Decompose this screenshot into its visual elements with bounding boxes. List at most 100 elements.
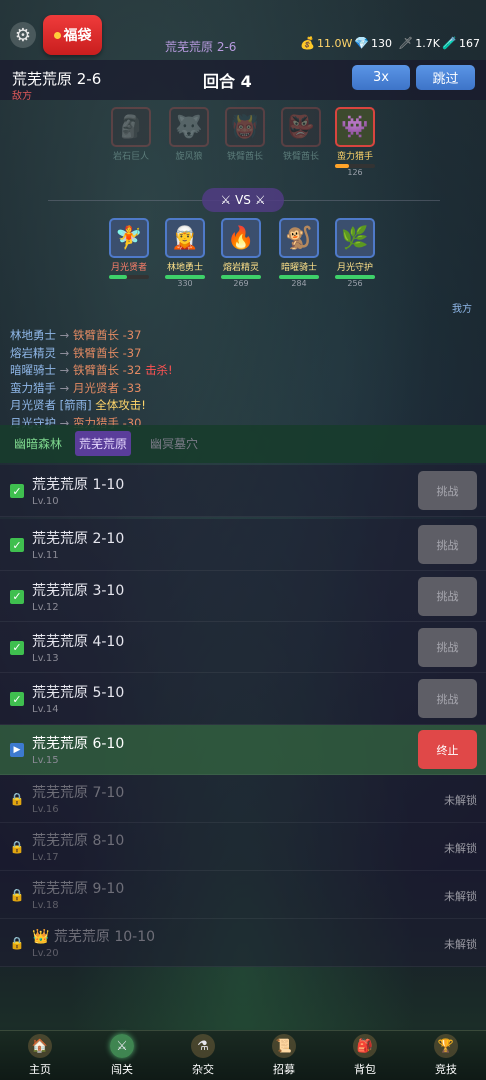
level-requirement: Lv.16 (32, 804, 59, 815)
enemy-hp-value: 126 (347, 168, 363, 177)
nav-label: 闯关 (111, 1063, 133, 1076)
ally-portrait: 🔥 (221, 218, 261, 258)
lock-icon: 🔒 (9, 792, 25, 806)
nav-home[interactable]: 🏠 主页 (10, 1034, 70, 1077)
bottom-nav (0, 1030, 486, 1080)
level-name: 荒芜荒原 8-10 (32, 833, 125, 849)
ally-portrait: 🌿 (335, 218, 375, 258)
enemy-name: 岩石巨人 (112, 152, 149, 162)
top-bar: ⚙ 福袋 荒芜荒原 2-6 💰 11.0W 💎 130 🗡 1.7K 🧪 167 (0, 0, 486, 60)
challenge-button[interactable]: 挑战 (418, 576, 477, 616)
level-requirement: Lv.10 (32, 496, 59, 507)
enemy-name: 铁臂酋长 (282, 152, 319, 162)
nav-label: 杂交 (192, 1063, 214, 1076)
stop-button[interactable]: 终止 (418, 730, 477, 769)
lucky-bag-icon (53, 31, 61, 39)
locked-label: 未解锁 (444, 794, 477, 807)
potion-icon: 🧪 (442, 36, 457, 50)
log-entry: 熔岩精灵 → 铁臂酋长 -37 (10, 345, 142, 360)
ally-name: 熔岩精灵 (222, 263, 259, 273)
area-tab-bar (0, 425, 486, 463)
ally-name: 林地勇士 (166, 263, 203, 273)
enemy-portrait: 👹 (225, 107, 265, 147)
level-name: 👑 荒芜荒原 10-10 (32, 929, 156, 945)
ally-name: 暗曜骑士 (280, 263, 317, 273)
enemy-unit: 🐺 旋风狼 (169, 107, 209, 162)
ally-hp-value: 256 (347, 279, 363, 288)
nav-label: 招募 (273, 1063, 295, 1076)
crossed-swords-icon: ⚔ (254, 193, 266, 207)
ally-unit: 🔥 熔岩精灵 269 (221, 218, 261, 288)
resource-gold: 💰 11.0W (300, 36, 353, 50)
challenge-button[interactable]: 挑战 (418, 627, 477, 667)
lucky-bag-label: 福袋 (63, 28, 92, 44)
lock-icon: 🔒 (9, 936, 25, 950)
play-icon: ▶ (10, 743, 24, 757)
challenge-button[interactable]: 挑战 (418, 471, 477, 510)
battle-title: 荒芜荒原 2-6 (12, 70, 102, 88)
level-requirement: Lv.15 (32, 755, 59, 766)
nav-crossed-swords[interactable]: ⚔ 闯关 (92, 1034, 152, 1077)
scroll-icon: 📜 (272, 1034, 296, 1058)
nav-backpack[interactable]: 🎒 背包 (335, 1034, 395, 1077)
level-requirement: Lv.17 (32, 852, 59, 863)
tab-barren-wasteland[interactable]: 荒芜荒原 (75, 431, 132, 456)
ally-unit: 🌿 月光守护 256 (335, 218, 375, 288)
level-requirement: Lv.13 (32, 652, 59, 664)
flask-icon: ⚗ (191, 1034, 215, 1058)
level-requirement: Lv.12 (32, 601, 59, 613)
ally-portrait: 🧚 (109, 218, 149, 258)
log-entry: 林地勇士 → 铁臂酋长 -37 (10, 328, 142, 342)
ally-side-label: 我方 (452, 304, 472, 315)
enemy-portrait: 🗿 (111, 107, 151, 147)
speed-button[interactable]: 3x (352, 65, 410, 90)
nav-label: 背包 (354, 1063, 376, 1076)
locked-label: 未解锁 (444, 890, 477, 903)
challenge-button[interactable]: 挑战 (418, 525, 477, 564)
resource-sword: 🗡 1.7K (398, 36, 440, 50)
trophy-icon: 🏆 (434, 1034, 458, 1058)
enemy-name: 旋风狼 (175, 152, 203, 162)
resource-diamond: 💎 130 (354, 36, 392, 50)
level-requirement: Lv.18 (32, 900, 59, 911)
current-stage-label: 荒芜荒原 2-6 (165, 40, 237, 54)
skip-button[interactable]: 跳过 (416, 65, 475, 90)
log-entry: 月光贤者 [箭雨] 全体攻击! (10, 398, 146, 412)
enemy-unit: 👾 蛮力猎手 126 (335, 107, 375, 177)
locked-label: 未解锁 (444, 842, 477, 855)
money-bag-icon: 💰 (300, 36, 315, 50)
log-entry: 蛮力猎手 → 月光贤者 -33 (10, 380, 142, 395)
check-icon: ✓ (10, 538, 24, 552)
nav-trophy[interactable]: 🏆 竞技 (416, 1034, 476, 1077)
backpack-icon: 🎒 (353, 1034, 377, 1058)
tab-nether-crypt[interactable]: 幽冥墓穴 (146, 431, 202, 456)
ally-portrait: 🐒 (279, 218, 319, 258)
level-name: 荒芜荒原 9-10 (32, 881, 125, 897)
crossed-swords-icon: ⚔ (220, 193, 232, 207)
crossed-swords-icon: ⚔ (110, 1034, 134, 1058)
ally-portrait: 🧝 (165, 218, 205, 258)
level-name: 荒芜荒原 3-10 (32, 582, 125, 599)
tab-dark-forest[interactable]: 幽暗森林 (10, 431, 66, 456)
level-name: 荒芜荒原 1-10 (32, 477, 125, 493)
ally-hp-value: 330 (177, 279, 193, 288)
level-requirement: Lv.11 (32, 550, 59, 561)
locked-label: 未解锁 (444, 938, 477, 951)
home-icon: 🏠 (28, 1034, 52, 1058)
nav-flask[interactable]: ⚗ 杂交 (173, 1034, 233, 1077)
nav-label: 竞技 (435, 1063, 457, 1076)
ally-hp-fill (109, 275, 127, 279)
gear-icon[interactable]: ⚙ (10, 22, 36, 48)
nav-scroll[interactable]: 📜 招募 (254, 1034, 314, 1077)
check-icon: ✓ (10, 692, 24, 706)
ally-hp-value: 269 (233, 279, 249, 288)
ally-unit: 🧝 林地勇士 330 (165, 218, 205, 288)
check-icon: ✓ (10, 640, 24, 655)
enemy-name: 铁臂酋长 (226, 152, 263, 162)
level-name: 荒芜荒原 2-10 (32, 531, 125, 547)
challenge-button[interactable]: 挑战 (418, 679, 477, 718)
lucky-bag-button[interactable]: 福袋 (43, 15, 102, 55)
round-counter: 回合 4 (203, 72, 252, 91)
level-name: 荒芜荒原 4-10 (32, 633, 125, 650)
lock-icon: 🔒 (9, 888, 25, 902)
